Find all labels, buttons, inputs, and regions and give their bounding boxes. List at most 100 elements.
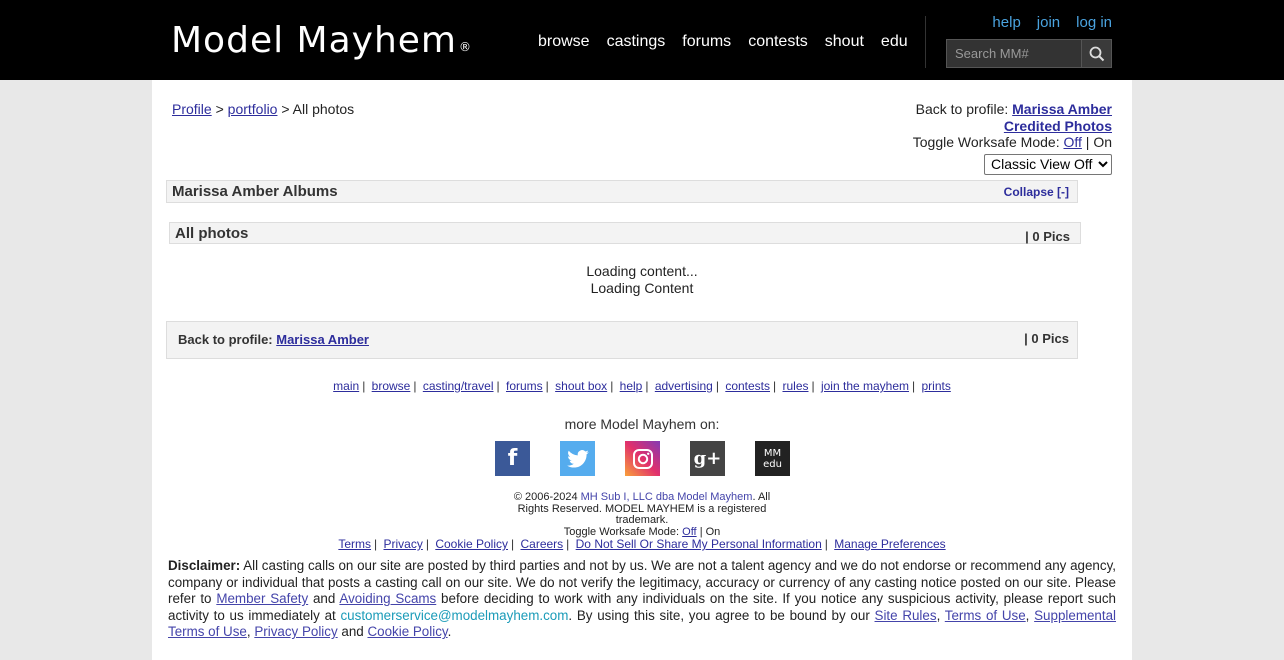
disclaimer-label: Disclaimer: bbox=[168, 558, 241, 573]
footer-link-casting[interactable]: casting/travel bbox=[423, 379, 494, 393]
separator: | bbox=[511, 537, 515, 551]
page-content: Profile > portfolio > All photos Back to… bbox=[152, 80, 1132, 660]
worksafe-off-link[interactable]: Off bbox=[1063, 134, 1081, 150]
terms-of-use-link[interactable]: Terms of Use bbox=[945, 608, 1026, 623]
loading-line-2: Loading Content bbox=[590, 280, 694, 296]
back-bar-profile-link[interactable]: Marissa Amber bbox=[276, 332, 369, 347]
separator: | bbox=[374, 537, 378, 551]
separator: | bbox=[811, 379, 815, 393]
instagram-camera-icon bbox=[632, 448, 653, 469]
footer-link-help[interactable]: help bbox=[620, 379, 643, 393]
nav-contests[interactable]: contests bbox=[748, 33, 808, 51]
logo-text: Model Mayhem bbox=[171, 20, 457, 61]
help-link[interactable]: help bbox=[992, 14, 1020, 31]
albums-header: Marissa Amber Albums Collapse [-] bbox=[166, 180, 1078, 203]
search-input[interactable] bbox=[946, 39, 1082, 68]
legal-do-not-sell[interactable]: Do Not Sell Or Share My Personal Informa… bbox=[576, 537, 822, 551]
nav-divider bbox=[925, 16, 926, 68]
disclaimer: Disclaimer: All casting calls on our sit… bbox=[168, 558, 1116, 641]
back-to-profile-bar: Back to profile: Marissa Amber | 0 Pics bbox=[166, 321, 1078, 359]
mm-edu-icon[interactable]: MM edu bbox=[755, 441, 790, 476]
join-link[interactable]: join bbox=[1037, 14, 1060, 31]
footer-worksafe-label: Toggle Worksafe Mode: bbox=[563, 525, 680, 538]
legal-cookie-policy[interactable]: Cookie Policy bbox=[435, 537, 508, 551]
site-logo[interactable]: Model Mayhem ® bbox=[171, 18, 472, 64]
nav-browse[interactable]: browse bbox=[538, 33, 590, 51]
worksafe-label: Toggle Worksafe Mode: bbox=[912, 134, 1060, 150]
loading-indicator: Loading content... Loading Content bbox=[152, 263, 1132, 297]
legal-terms[interactable]: Terms bbox=[338, 537, 371, 551]
disclaimer-comma: , bbox=[936, 607, 945, 623]
customer-service-email-link[interactable]: customerservice@modelmayhem.com bbox=[340, 608, 568, 623]
footer-link-prints[interactable]: prints bbox=[921, 379, 950, 393]
credited-photos-link[interactable]: Credited Photos bbox=[1004, 118, 1112, 134]
disclaimer-and-2: and bbox=[337, 624, 368, 640]
breadcrumb-profile[interactable]: Profile bbox=[172, 101, 212, 117]
breadcrumb-current: > All photos bbox=[281, 101, 355, 117]
site-rules-link[interactable]: Site Rules bbox=[875, 608, 937, 623]
breadcrumb-sep: > bbox=[215, 101, 224, 117]
separator: | bbox=[715, 379, 719, 393]
footer-link-join[interactable]: join the mayhem bbox=[821, 379, 909, 393]
view-mode-select[interactable]: Classic View Off bbox=[984, 153, 1112, 175]
copyright-block: © 2006-2024 MH Sub I, LLC dba Model Mayh… bbox=[152, 491, 1132, 551]
separator: | bbox=[824, 537, 828, 551]
footer-link-main[interactable]: main bbox=[333, 379, 359, 393]
footer-link-contests[interactable]: contests bbox=[725, 379, 770, 393]
footer-link-shoutbox[interactable]: shout box bbox=[555, 379, 607, 393]
nav-forums[interactable]: forums bbox=[682, 33, 731, 51]
loading-line-1: Loading content... bbox=[586, 263, 698, 279]
company-link[interactable]: MH Sub I, LLC dba Model Mayhem bbox=[581, 491, 753, 503]
facebook-icon[interactable]: f bbox=[495, 441, 530, 476]
profile-panel: Back to profile: Marissa Amber Credited … bbox=[913, 101, 1112, 175]
breadcrumb: Profile > portfolio > All photos bbox=[172, 101, 354, 117]
collapse-toggle[interactable]: Collapse [-] bbox=[1004, 185, 1069, 199]
all-photos-count: | 0 Pics bbox=[1025, 229, 1070, 244]
legal-links: Terms | Privacy | Cookie Policy | Careers | … bbox=[152, 537, 1132, 551]
separator: | bbox=[413, 379, 417, 393]
search-icon bbox=[1089, 46, 1104, 61]
nav-shout[interactable]: shout bbox=[825, 33, 864, 51]
footer-link-forums[interactable]: forums bbox=[506, 379, 543, 393]
social-links: f g+ MM edu bbox=[495, 441, 790, 476]
legal-careers[interactable]: Careers bbox=[520, 537, 563, 551]
cookie-policy-link[interactable]: Cookie Policy bbox=[367, 624, 447, 639]
footer-link-browse[interactable]: browse bbox=[372, 379, 411, 393]
legal-manage-preferences[interactable]: Manage Preferences bbox=[834, 537, 945, 551]
twitter-icon[interactable] bbox=[560, 441, 595, 476]
disclaimer-period: . bbox=[447, 624, 452, 640]
instagram-icon[interactable] bbox=[625, 441, 660, 476]
search-box bbox=[946, 39, 1112, 68]
main-nav: browse castings forums contests shout ed… bbox=[538, 33, 908, 51]
nav-edu[interactable]: edu bbox=[881, 33, 908, 51]
avoiding-scams-link[interactable]: Avoiding Scams bbox=[339, 591, 436, 606]
google-plus-icon[interactable]: g+ bbox=[690, 441, 725, 476]
back-to-profile-label: Back to profile: bbox=[915, 101, 1009, 117]
top-header: Model Mayhem ® browse castings forums con… bbox=[0, 0, 1284, 80]
footer-link-advertising[interactable]: advertising bbox=[655, 379, 713, 393]
all-photos-header[interactable]: All photos | 0 Pics bbox=[169, 222, 1081, 244]
copyright-pre: © 2006-2024 bbox=[513, 491, 581, 503]
member-safety-link[interactable]: Member Safety bbox=[216, 591, 308, 606]
legal-privacy[interactable]: Privacy bbox=[384, 537, 423, 551]
footer-worksafe-on: | On bbox=[699, 525, 721, 538]
worksafe-on-text: | On bbox=[1085, 134, 1112, 150]
back-bar-count: | 0 Pics bbox=[1024, 331, 1069, 346]
separator: | bbox=[425, 537, 429, 551]
search-button[interactable] bbox=[1082, 39, 1112, 68]
profile-name-link[interactable]: Marissa Amber bbox=[1012, 101, 1112, 117]
facebook-glyph: f bbox=[507, 446, 518, 471]
login-link[interactable]: log in bbox=[1076, 14, 1112, 31]
privacy-policy-link[interactable]: Privacy Policy bbox=[254, 624, 337, 639]
separator: | bbox=[496, 379, 500, 393]
separator: | bbox=[545, 379, 549, 393]
back-bar-label: Back to profile: bbox=[178, 332, 273, 347]
footer-link-rules[interactable]: rules bbox=[782, 379, 808, 393]
social-heading: more Model Mayhem on: bbox=[564, 416, 720, 432]
breadcrumb-portfolio[interactable]: portfolio bbox=[228, 101, 278, 117]
footer-worksafe-off[interactable]: Off bbox=[682, 526, 696, 538]
twitter-bird-icon bbox=[566, 449, 589, 468]
all-photos-title: All photos bbox=[175, 225, 249, 242]
nav-castings[interactable]: castings bbox=[607, 33, 666, 51]
google-plus-glyph: g+ bbox=[693, 448, 722, 469]
